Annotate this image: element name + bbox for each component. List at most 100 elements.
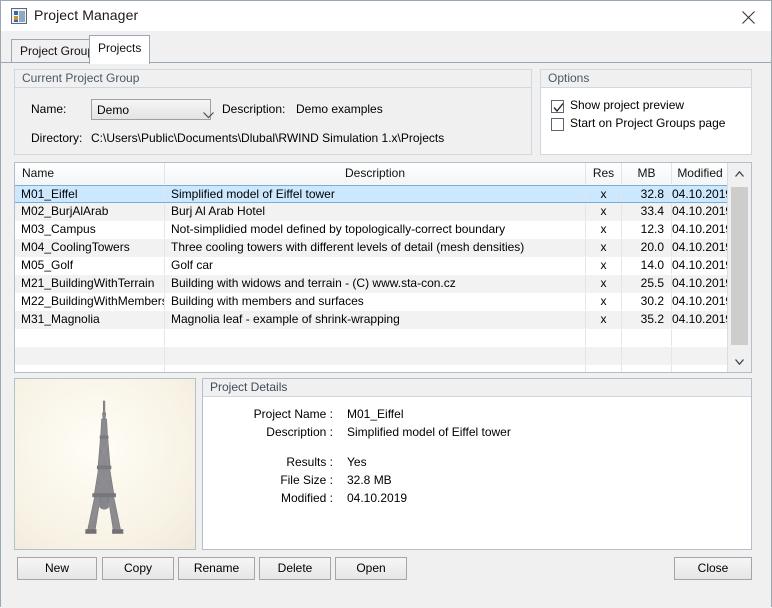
cell-description: Golf car bbox=[165, 257, 586, 274]
column-header-modified[interactable]: Modified bbox=[672, 163, 728, 184]
projects-page: Current Project Group Name: Demo Descrip… bbox=[1, 62, 771, 608]
cell-name: M21_BuildingWithTerrain bbox=[15, 275, 165, 292]
cell-mb: 14.0 bbox=[622, 257, 672, 274]
window-title: Project Manager bbox=[34, 7, 139, 23]
close-icon[interactable] bbox=[726, 1, 771, 30]
cell-modified: 04.10.2019 bbox=[672, 276, 728, 290]
cell-modified: 04.10.2019 bbox=[672, 240, 728, 254]
table-header-row: Name Description Res MB Modified bbox=[15, 163, 751, 186]
options-panel: Options Show project preview Start on Pr… bbox=[540, 69, 752, 155]
scroll-up-icon[interactable] bbox=[728, 163, 751, 184]
cell-mb: 12.3 bbox=[622, 221, 672, 238]
table-scrollbar[interactable] bbox=[727, 163, 751, 372]
cell-name: M31_Magnolia bbox=[15, 311, 165, 328]
cell-modified: 04.10.2019 bbox=[672, 312, 728, 326]
directory-value: C:\Users\Public\Documents\Dlubal\RWIND S… bbox=[91, 131, 445, 145]
column-header-res[interactable]: Res bbox=[586, 163, 622, 184]
cell-name: M01_Eiffel bbox=[15, 186, 165, 202]
cell-res: x bbox=[586, 293, 622, 310]
table-row[interactable]: M21_BuildingWithTerrain Building with wid… bbox=[15, 275, 728, 293]
detail-value-file-size: 32.8 MB bbox=[347, 473, 392, 487]
project-details-panel: Project Details Project Name : M01_Eiffe… bbox=[202, 378, 752, 550]
column-header-description[interactable]: Description bbox=[165, 163, 586, 184]
table-row-empty[interactable] bbox=[15, 365, 728, 372]
cell-name: M02_BurjAlArab bbox=[15, 203, 165, 220]
cell-name bbox=[15, 347, 165, 364]
detail-key-project-name: Project Name : bbox=[253, 407, 333, 421]
tab-projects[interactable]: Projects bbox=[89, 35, 151, 64]
cell-description: Magnolia leaf - example of shrink-wrappi… bbox=[165, 311, 586, 328]
cell-modified: 04.10.2019 bbox=[672, 187, 728, 201]
cell-modified bbox=[672, 347, 728, 364]
table-row-empty[interactable] bbox=[15, 347, 728, 365]
description-label: Description: bbox=[222, 102, 286, 116]
detail-key-modified: Modified : bbox=[280, 491, 333, 505]
table-row[interactable]: M01_Eiffel Simplified model of Eiffel tow… bbox=[15, 185, 728, 203]
scrollbar-thumb[interactable] bbox=[731, 187, 748, 345]
detail-key-file-size: File Size : bbox=[280, 473, 333, 487]
project-group-select-value: Demo bbox=[97, 103, 130, 117]
cell-res: x bbox=[586, 239, 622, 256]
project-preview bbox=[14, 378, 196, 550]
cell-mb: 20.0 bbox=[622, 239, 672, 256]
rename-button[interactable]: Rename bbox=[178, 557, 255, 580]
title-bar: Project Manager bbox=[1, 1, 771, 32]
delete-button[interactable]: Delete bbox=[259, 557, 331, 580]
detail-value-project-name: M01_Eiffel bbox=[347, 407, 404, 421]
cell-modified: 04.10.2019 bbox=[672, 222, 728, 236]
column-header-name[interactable]: Name bbox=[15, 163, 165, 184]
cell-mb: 35.2 bbox=[622, 311, 672, 328]
project-details-title: Project Details bbox=[203, 379, 751, 397]
name-label: Name: bbox=[31, 102, 67, 116]
table-row[interactable]: M31_Magnolia Magnolia leaf - example of s… bbox=[15, 311, 728, 329]
description-value: Demo examples bbox=[296, 102, 383, 116]
table-row[interactable]: M02_BurjAlArab Burj Al Arab Hotel x 33.4 04.… bbox=[15, 203, 728, 221]
table-row[interactable]: M03_Campus Not-simplidied model defined b… bbox=[15, 221, 728, 239]
cell-name: M03_Campus bbox=[15, 221, 165, 238]
cell-res: x bbox=[586, 275, 622, 292]
directory-label: Directory: bbox=[31, 131, 83, 145]
eiffel-tower-image bbox=[85, 400, 124, 534]
cell-modified: 04.10.2019 bbox=[672, 204, 728, 218]
cell-modified: 04.10.2019 bbox=[672, 258, 728, 272]
cell-name: M22_BuildingWithMembers bbox=[15, 293, 165, 310]
cell-name bbox=[15, 365, 165, 372]
table-row[interactable]: M04_CoolingTowers Three cooling towers wi… bbox=[15, 239, 728, 257]
cell-description: Building with widows and terrain - (C) w… bbox=[165, 275, 586, 292]
table-row-empty[interactable] bbox=[15, 329, 728, 347]
cell-modified bbox=[672, 365, 728, 372]
copy-button[interactable]: Copy bbox=[102, 557, 174, 580]
project-group-select[interactable]: Demo bbox=[91, 99, 214, 120]
table-row[interactable]: M05_Golf Golf car x 14.0 04.10.2019 bbox=[15, 257, 728, 275]
cell-name: M04_CoolingTowers bbox=[15, 239, 165, 256]
scroll-down-icon[interactable] bbox=[728, 351, 751, 372]
close-button[interactable]: Close bbox=[674, 557, 752, 580]
cell-mb bbox=[622, 329, 672, 346]
cell-name: M05_Golf bbox=[15, 257, 165, 274]
project-manager-window: Project Manager Project Groups Projects … bbox=[0, 0, 772, 608]
projects-table: Name Description Res MB Modified M01_Eif… bbox=[14, 162, 752, 373]
cell-description bbox=[165, 365, 586, 372]
project-manager-icon bbox=[11, 8, 27, 24]
open-button[interactable]: Open bbox=[335, 557, 407, 580]
cell-description bbox=[165, 329, 586, 346]
table-body: M01_Eiffel Simplified model of Eiffel tow… bbox=[15, 185, 728, 372]
table-row[interactable]: M22_BuildingWithMembers Building with mem… bbox=[15, 293, 728, 311]
cell-res bbox=[586, 347, 622, 364]
detail-value-modified: 04.10.2019 bbox=[347, 491, 408, 505]
cell-description: Simplified model of Eiffel tower bbox=[165, 186, 586, 202]
tab-strip: Project Groups Projects bbox=[1, 31, 771, 64]
cell-modified: 04.10.2019 bbox=[672, 294, 728, 308]
new-button[interactable]: New bbox=[17, 557, 97, 580]
current-project-group-panel: Current Project Group Name: Demo Descrip… bbox=[14, 69, 532, 155]
detail-key-results: Results : bbox=[286, 455, 333, 469]
checkbox-start-on-project-groups-page-label: Start on Project Groups page bbox=[570, 116, 726, 130]
cell-mb: 25.5 bbox=[622, 275, 672, 292]
checkbox-checked-icon bbox=[551, 100, 564, 113]
detail-value-description: Simplified model of Eiffel tower bbox=[347, 425, 511, 439]
detail-key-description: Description : bbox=[266, 425, 333, 439]
cell-res: x bbox=[586, 186, 622, 202]
cell-modified bbox=[672, 329, 728, 346]
column-header-mb[interactable]: MB bbox=[622, 163, 672, 184]
cell-description: Three cooling towers with different leve… bbox=[165, 239, 586, 256]
